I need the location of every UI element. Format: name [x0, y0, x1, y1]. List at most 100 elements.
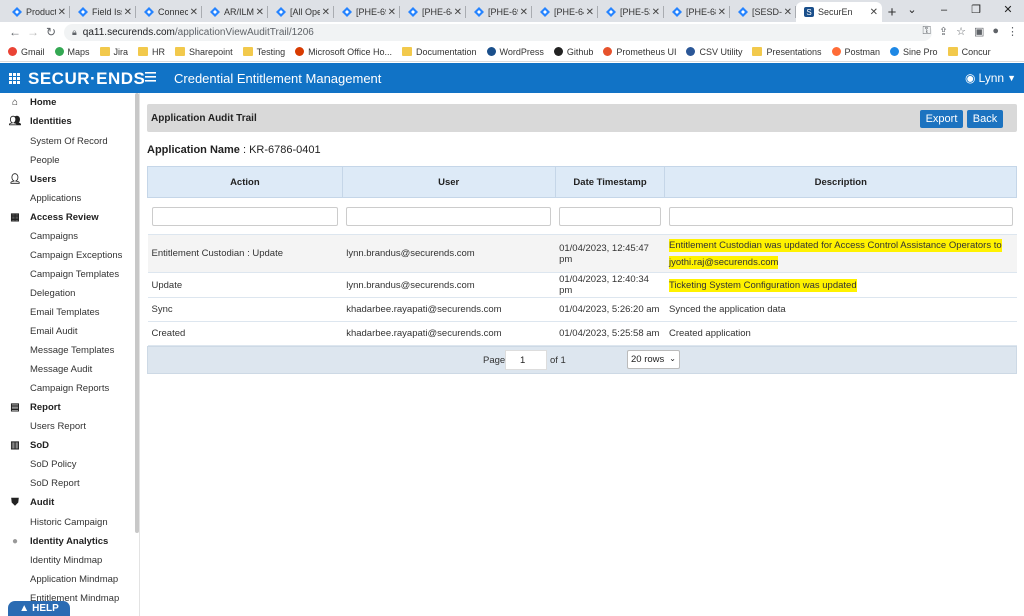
- sidebar-item-users[interactable]: 👤︎ Users: [9, 174, 57, 185]
- bookmark-item[interactable]: Maps: [54, 47, 90, 57]
- close-tab-icon[interactable]: ✕: [784, 7, 792, 18]
- bookmark-item[interactable]: HR: [138, 47, 165, 57]
- close-tab-icon[interactable]: ✕: [322, 7, 330, 18]
- key-icon[interactable]: ⚿: [922, 25, 930, 38]
- restore-button[interactable]: ❐: [960, 0, 992, 22]
- close-window-button[interactable]: ✕: [992, 0, 1024, 22]
- bookmark-item[interactable]: CSV Utility: [686, 47, 742, 57]
- page-number-input[interactable]: 1: [505, 350, 547, 370]
- sidebar-item-report[interactable]: ▤ Report: [9, 402, 60, 413]
- browser-tab[interactable]: [PHE-64✕: [400, 2, 466, 22]
- bookmark-item[interactable]: Presentations: [752, 47, 822, 57]
- close-tab-icon[interactable]: ✕: [870, 7, 878, 18]
- sidebar-scrollbar[interactable]: [135, 93, 139, 533]
- column-header-user[interactable]: User: [341, 166, 556, 198]
- url-bar[interactable]: 🔒︎ qa11.securends.com/applicationViewAud…: [64, 24, 932, 41]
- profile-icon[interactable]: ●: [992, 25, 999, 38]
- sidebar-item-sod[interactable]: ▥ SoD: [9, 440, 49, 451]
- close-tab-icon[interactable]: ✕: [256, 7, 264, 18]
- bookmark-item[interactable]: Jira: [99, 47, 128, 57]
- rows-per-page-select[interactable]: 20 rows ⌄: [627, 350, 680, 369]
- column-header-timestamp[interactable]: Date Timestamp: [554, 166, 666, 198]
- browser-tab[interactable]: Field Iss✕: [70, 2, 136, 22]
- sidebar-item-application-mindmap[interactable]: Application Mindmap: [30, 574, 118, 585]
- bookmark-item[interactable]: WordPress: [486, 47, 544, 57]
- browser-tab[interactable]: [PHE-53✕: [598, 2, 664, 22]
- minimize-button[interactable]: –: [928, 0, 960, 22]
- sidebar-item-message-templates[interactable]: Message Templates: [30, 345, 114, 356]
- back-button[interactable]: Back: [967, 110, 1003, 128]
- browser-tab[interactable]: [SESD-7✕: [730, 2, 796, 22]
- sidebar-item-campaign-reports[interactable]: Campaign Reports: [30, 383, 109, 394]
- sidebar-item-campaigns[interactable]: Campaigns: [30, 231, 78, 242]
- bookmark-item[interactable]: Documentation: [401, 47, 477, 57]
- sidebar-item-applications[interactable]: Applications: [30, 193, 81, 204]
- bookmark-item[interactable]: Testing: [242, 47, 285, 57]
- close-tab-icon[interactable]: ✕: [124, 7, 132, 18]
- browser-tab[interactable]: [PHE-64✕: [532, 2, 598, 22]
- export-button[interactable]: Export: [920, 110, 963, 128]
- sidebar-item-email-audit[interactable]: Email Audit: [30, 326, 78, 337]
- securends-logo[interactable]: SECUR·ENDS: [28, 69, 145, 89]
- sidebar-item-delegation[interactable]: Delegation: [30, 288, 75, 299]
- close-tab-icon[interactable]: ✕: [454, 7, 462, 18]
- user-filter-input[interactable]: [346, 206, 552, 226]
- bookmark-item[interactable]: Sharepoint: [175, 47, 233, 57]
- sidebar-item-audit[interactable]: ⛊ Audit: [9, 497, 54, 508]
- timestamp-filter-input[interactable]: [559, 206, 661, 226]
- browser-tab[interactable]: Product ✕: [4, 2, 70, 22]
- action-filter-input[interactable]: [151, 206, 339, 226]
- sidebar-item-system-of-record[interactable]: System Of Record: [30, 136, 108, 147]
- column-header-action[interactable]: Action: [147, 166, 343, 198]
- bookmark-item[interactable]: Concur: [947, 47, 991, 57]
- browser-tab[interactable]: AR/ILM ✕: [202, 2, 268, 22]
- bookmark-item[interactable]: Microsoft Office Ho...: [295, 47, 392, 57]
- sidebar-item-identity-analytics[interactable]: ● Identity Analytics: [9, 536, 108, 547]
- back-nav-icon[interactable]: ←: [6, 25, 24, 39]
- menu-dots-icon[interactable]: ⋮: [1007, 25, 1018, 38]
- reload-icon[interactable]: ↻: [42, 25, 60, 39]
- sidebar-item-campaign-exceptions[interactable]: Campaign Exceptions: [30, 250, 122, 261]
- sidebar-item-message-audit[interactable]: Message Audit: [30, 364, 92, 375]
- apps-grid-icon[interactable]: [9, 73, 20, 84]
- sidebar-item-home[interactable]: ⌂ Home: [9, 97, 56, 108]
- close-tab-icon[interactable]: ✕: [718, 7, 726, 18]
- sidebar-item-sod-report[interactable]: SoD Report: [30, 478, 80, 489]
- sidebar-item-people[interactable]: People: [30, 155, 60, 166]
- close-tab-icon[interactable]: ✕: [520, 7, 528, 18]
- bookmark-item[interactable]: Github: [553, 47, 593, 57]
- bookmark-item[interactable]: Sine Pro: [890, 47, 938, 57]
- bookmark-item[interactable]: Prometheus UI: [603, 47, 676, 57]
- sidebar-item-historic-campaign[interactable]: Historic Campaign: [30, 517, 108, 528]
- tab-search-icon[interactable]: ⌄: [896, 0, 928, 22]
- close-tab-icon[interactable]: ✕: [58, 7, 66, 18]
- close-tab-icon[interactable]: ✕: [652, 7, 660, 18]
- sidebar-item-identity-mindmap[interactable]: Identity Mindmap: [30, 555, 102, 566]
- forward-nav-icon[interactable]: →: [24, 25, 42, 39]
- browser-tab[interactable]: Connect✕: [136, 2, 202, 22]
- close-tab-icon[interactable]: ✕: [388, 7, 396, 18]
- hamburger-menu-icon[interactable]: [145, 72, 156, 82]
- sidebar-item-users-report[interactable]: Users Report: [30, 421, 86, 432]
- browser-tab[interactable]: [PHE-69✕: [334, 2, 400, 22]
- sidebar-item-sod-policy[interactable]: SoD Policy: [30, 459, 76, 470]
- help-button[interactable]: ▲ HELP: [8, 601, 70, 616]
- star-icon[interactable]: ☆: [956, 25, 966, 38]
- column-header-description[interactable]: Description: [664, 166, 1017, 198]
- sidebar-item-email-templates[interactable]: Email Templates: [30, 307, 100, 318]
- sidebar-item-campaign-templates[interactable]: Campaign Templates: [30, 269, 119, 280]
- close-tab-icon[interactable]: ✕: [190, 7, 198, 18]
- close-tab-icon[interactable]: ✕: [586, 7, 594, 18]
- sidebar-item-access-review[interactable]: ▦ Access Review: [9, 212, 98, 223]
- bookmark-item[interactable]: Gmail: [8, 47, 45, 57]
- browser-tab[interactable]: [All Ope ✕: [268, 2, 334, 22]
- sidepanel-icon[interactable]: ▣: [974, 25, 984, 38]
- user-menu[interactable]: ◉ Lynn ▼: [965, 71, 1016, 85]
- sidebar-item-identities[interactable]: 👥︎ Identities: [9, 116, 72, 127]
- description-filter-input[interactable]: [668, 206, 1013, 226]
- browser-tab[interactable]: [PHE-68✕: [664, 2, 730, 22]
- share-icon[interactable]: ⇪: [939, 25, 948, 38]
- browser-tab[interactable]: S SecurEn ✕: [796, 2, 882, 22]
- bookmark-item[interactable]: Postman: [831, 47, 880, 57]
- browser-tab[interactable]: [PHE-69✕: [466, 2, 532, 22]
